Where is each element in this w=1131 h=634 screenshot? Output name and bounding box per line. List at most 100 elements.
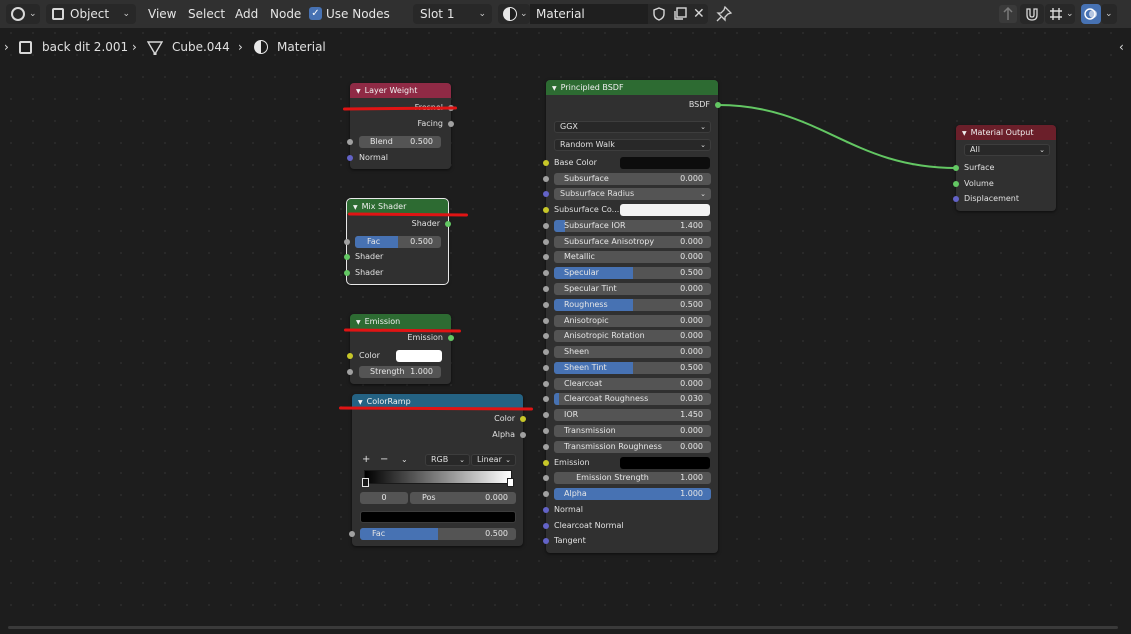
input-socket-strength[interactable] bbox=[347, 369, 353, 375]
subsurface-radius-dropdown[interactable]: Subsurface Radius ⌄ bbox=[554, 188, 711, 200]
input-socket-clearcoat[interactable] bbox=[543, 381, 549, 387]
input-socket-subsurface-color[interactable] bbox=[543, 207, 549, 213]
input-socket-transmission-roughness[interactable] bbox=[543, 444, 549, 450]
alpha-field[interactable]: Alpha 1.000 bbox=[554, 488, 711, 500]
subsurface-color-swatch[interactable] bbox=[620, 204, 710, 216]
field-anisotropic[interactable]: Anisotropic 0.000 bbox=[554, 315, 711, 327]
input-socket-specular[interactable] bbox=[543, 270, 549, 276]
output-socket-alpha[interactable] bbox=[520, 432, 526, 438]
node-header[interactable]: ▼ Emission bbox=[350, 314, 451, 329]
input-socket-subsurface-radius[interactable] bbox=[543, 191, 549, 197]
color-stop-white[interactable] bbox=[507, 478, 514, 487]
node-editor[interactable]: ⌄ Object ⌄ View Select Add Node ✓ Use No… bbox=[0, 0, 1131, 634]
fac-field[interactable]: Fac 0.500 bbox=[360, 528, 516, 540]
output-socket-emission[interactable] bbox=[448, 335, 454, 341]
base-color-swatch[interactable] bbox=[620, 157, 710, 169]
field-transmission-roughness[interactable]: Transmission Roughness 0.000 bbox=[554, 441, 711, 453]
field-roughness[interactable]: Roughness 0.500 bbox=[554, 299, 711, 311]
emission-color-swatch[interactable] bbox=[620, 457, 710, 469]
fac-field[interactable]: Fac 0.500 bbox=[355, 236, 441, 248]
emission-node[interactable]: ▼ Emission Emission Color Strength 1.000 bbox=[347, 314, 454, 384]
collapse-icon[interactable]: ▼ bbox=[552, 85, 557, 92]
output-socket-shader[interactable] bbox=[445, 221, 451, 227]
input-socket-subsurface-ior[interactable] bbox=[543, 223, 549, 229]
distribution-dropdown[interactable]: GGX ⌄ bbox=[554, 121, 711, 133]
output-socket-color[interactable] bbox=[520, 416, 526, 422]
field-transmission[interactable]: Transmission 0.000 bbox=[554, 425, 711, 437]
add-stop-button[interactable]: + bbox=[362, 454, 370, 466]
node-header[interactable]: ▼ Layer Weight bbox=[350, 83, 451, 98]
field-specular[interactable]: Specular 0.500 bbox=[554, 267, 711, 279]
input-socket-anisotropic[interactable] bbox=[543, 318, 549, 324]
input-socket-displacement[interactable] bbox=[953, 196, 959, 202]
input-socket-sheen-tint[interactable] bbox=[543, 365, 549, 371]
field-ior[interactable]: IOR 1.450 bbox=[554, 409, 711, 421]
input-socket-emission-strength[interactable] bbox=[543, 475, 549, 481]
input-socket-shader-1[interactable] bbox=[344, 254, 350, 260]
input-socket-blend[interactable] bbox=[347, 139, 353, 145]
input-socket-ior[interactable] bbox=[543, 412, 549, 418]
field-specular-tint[interactable]: Specular Tint 0.000 bbox=[554, 283, 711, 295]
field-subsurface-anisotropy[interactable]: Subsurface Anisotropy 0.000 bbox=[554, 236, 711, 248]
input-socket-specular-tint[interactable] bbox=[543, 286, 549, 292]
input-socket-alpha[interactable] bbox=[543, 491, 549, 497]
strength-field[interactable]: Strength 1.000 bbox=[359, 366, 441, 378]
color-ramp-gradient[interactable] bbox=[364, 470, 512, 484]
color-stop-black[interactable] bbox=[362, 478, 369, 487]
input-socket-base-color[interactable] bbox=[543, 160, 549, 166]
output-socket-facing[interactable] bbox=[448, 121, 454, 127]
input-socket-transmission[interactable] bbox=[543, 428, 549, 434]
field-sheen[interactable]: Sheen 0.000 bbox=[554, 346, 711, 358]
input-socket-subsurface[interactable] bbox=[543, 176, 549, 182]
remove-stop-button[interactable]: − bbox=[380, 454, 388, 466]
input-socket-anisotropic-rotation[interactable] bbox=[543, 333, 549, 339]
node-header[interactable]: ▼ Material Output bbox=[956, 125, 1056, 140]
collapse-icon[interactable]: ▼ bbox=[356, 88, 361, 95]
chevron-down-icon[interactable]: ⌄ bbox=[401, 454, 408, 466]
input-socket-roughness[interactable] bbox=[543, 302, 549, 308]
stop-color-swatch[interactable] bbox=[360, 511, 516, 523]
input-socket-clearcoat-roughness[interactable] bbox=[543, 396, 549, 402]
input-socket-clearcoat-normal[interactable] bbox=[543, 523, 549, 529]
input-socket-normal[interactable] bbox=[347, 155, 353, 161]
color-mode-dropdown[interactable]: RGB ⌄ bbox=[425, 454, 470, 466]
horizontal-scrollbar[interactable] bbox=[8, 626, 1118, 629]
input-socket-emission[interactable] bbox=[543, 460, 549, 466]
input-socket-sheen[interactable] bbox=[543, 349, 549, 355]
field-clearcoat-roughness[interactable]: Clearcoat Roughness 0.030 bbox=[554, 393, 711, 405]
input-socket-metallic[interactable] bbox=[543, 254, 549, 260]
collapse-icon[interactable]: ▼ bbox=[353, 204, 358, 211]
output-socket-bsdf[interactable] bbox=[715, 102, 721, 108]
principled-bsdf-node[interactable]: ▼ Principled BSDF BSDF GGX ⌄ Random Walk ⌄ … bbox=[543, 80, 721, 553]
material-output-node[interactable]: ▼ Material Output All ⌄ Surface Volume Dis… bbox=[953, 125, 1056, 211]
interpolation-dropdown[interactable]: Linear ⌄ bbox=[471, 454, 516, 466]
field-subsurface-ior[interactable]: Subsurface IOR 1.400 bbox=[554, 220, 711, 232]
layer-weight-node[interactable]: ▼Layer Weight Fresnel Facing Blend 0.500… bbox=[347, 83, 454, 169]
blend-field[interactable]: Blend 0.500 bbox=[359, 136, 441, 148]
input-socket-subsurface-anisotropy[interactable] bbox=[543, 239, 549, 245]
field-subsurface[interactable]: Subsurface 0.000 bbox=[554, 173, 711, 185]
stop-index-field[interactable]: 0 bbox=[360, 492, 408, 504]
color-ramp-node[interactable]: ▼ ColorRamp Color Alpha + − ⌄ RGB ⌄ Linear… bbox=[349, 394, 526, 546]
input-socket-tangent[interactable] bbox=[543, 538, 549, 544]
stop-position-field[interactable]: Pos 0.000 bbox=[410, 492, 516, 504]
field-sheen-tint[interactable]: Sheen Tint 0.500 bbox=[554, 362, 711, 374]
output-target-dropdown[interactable]: All ⌄ bbox=[964, 144, 1050, 156]
input-socket-surface[interactable] bbox=[953, 165, 959, 171]
field-anisotropic-rotation[interactable]: Anisotropic Rotation 0.000 bbox=[554, 330, 711, 342]
collapse-icon[interactable]: ▼ bbox=[358, 399, 363, 406]
input-socket-normal[interactable] bbox=[543, 507, 549, 513]
color-swatch-white[interactable] bbox=[396, 350, 442, 362]
subsurface-method-dropdown[interactable]: Random Walk ⌄ bbox=[554, 139, 711, 151]
input-socket-color[interactable] bbox=[347, 353, 353, 359]
input-socket-fac[interactable] bbox=[344, 239, 350, 245]
input-socket-shader-2[interactable] bbox=[344, 270, 350, 276]
collapse-icon[interactable]: ▼ bbox=[962, 130, 967, 137]
collapse-icon[interactable]: ▼ bbox=[356, 319, 361, 326]
node-header[interactable]: ▼ Principled BSDF bbox=[546, 80, 718, 95]
input-socket-fac[interactable] bbox=[349, 531, 355, 537]
field-clearcoat[interactable]: Clearcoat 0.000 bbox=[554, 378, 711, 390]
input-socket-volume[interactable] bbox=[953, 181, 959, 187]
emission-strength-field[interactable]: Emission Strength 1.000 bbox=[554, 472, 711, 484]
field-metallic[interactable]: Metallic 0.000 bbox=[554, 251, 711, 263]
